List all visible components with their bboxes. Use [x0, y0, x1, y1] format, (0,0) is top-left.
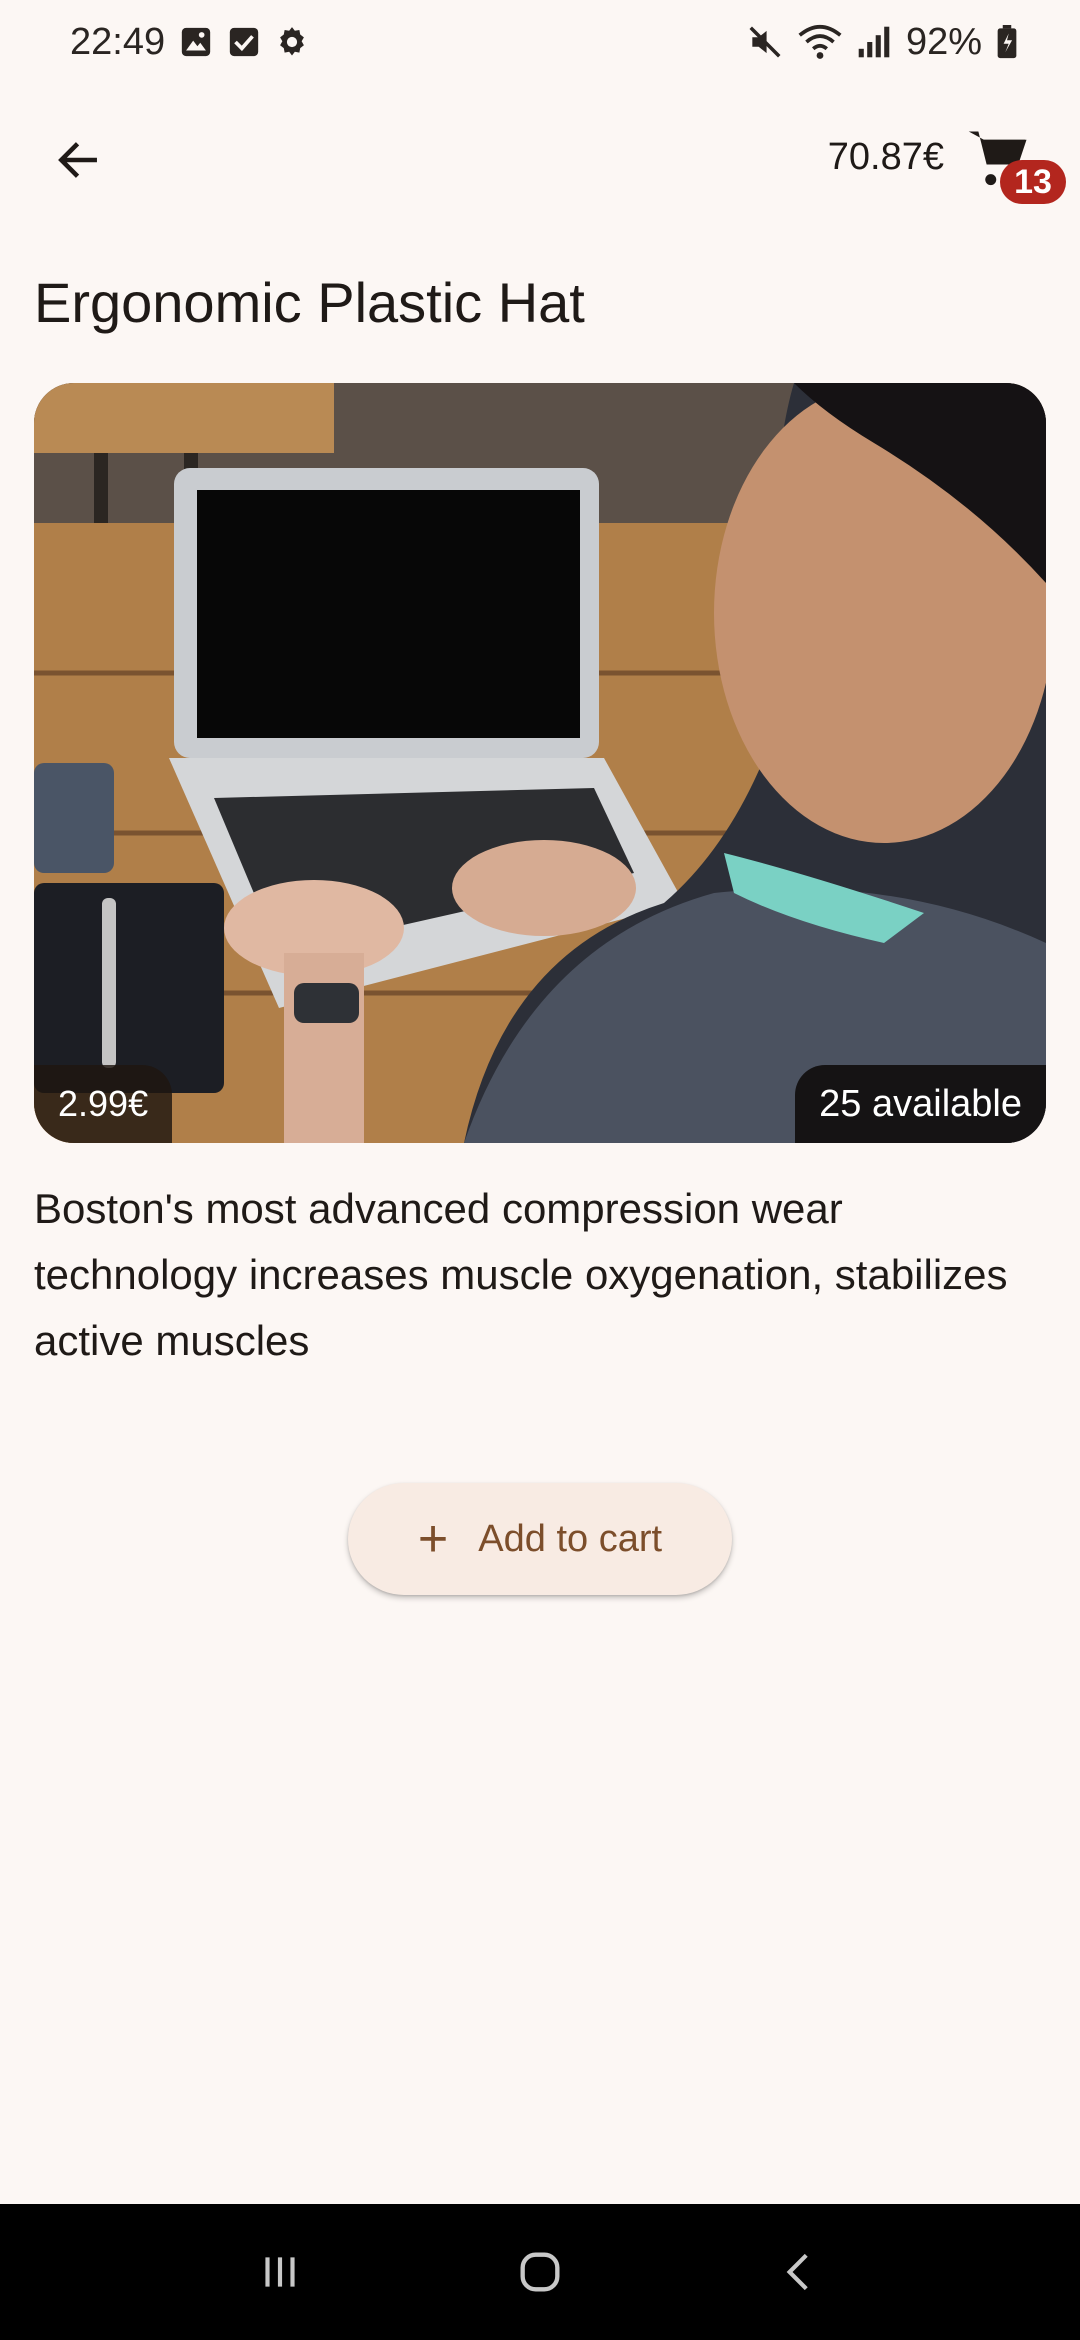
price-chip: 2.99€ — [34, 1065, 173, 1143]
status-bar: 22:49 92% — [0, 0, 1080, 84]
product-image: 2.99€ 25 available — [34, 383, 1046, 1143]
gallery-icon — [179, 25, 213, 59]
availability-chip: 25 available — [795, 1065, 1046, 1143]
home-icon — [520, 2252, 560, 2292]
product-description: Boston's most advanced compression wear … — [34, 1185, 1008, 1364]
laptop-photo — [34, 383, 1046, 1143]
cart-count-badge: 13 — [1000, 160, 1066, 204]
app-bar: 70.87€ 13 — [0, 110, 1080, 210]
status-time: 22:49 — [70, 20, 166, 63]
system-nav-bar — [0, 2204, 1080, 2340]
cart-button[interactable]: 13 — [964, 116, 1066, 212]
status-right: 92% — [746, 21, 1018, 64]
status-left: 22:49 — [70, 21, 309, 64]
battery-text: 92% — [905, 20, 982, 63]
recent-apps-icon — [265, 2257, 295, 2287]
back-button[interactable] — [44, 126, 112, 194]
cart-total: 70.87€ — [827, 136, 944, 178]
signal-icon — [856, 25, 892, 59]
product-price: 2.99€ — [58, 1083, 149, 1124]
checkbox-icon — [227, 25, 261, 59]
product-title: Ergonomic Plastic Hat — [34, 271, 585, 334]
chevron-left-icon — [786, 2253, 808, 2291]
battery-icon — [996, 25, 1018, 59]
add-to-cart-button[interactable]: + Add to cart — [348, 1483, 732, 1595]
settings-icon — [275, 25, 309, 59]
system-back-button[interactable] — [755, 2227, 845, 2317]
add-to-cart-label: Add to cart — [478, 1517, 663, 1560]
mute-icon — [746, 23, 784, 61]
product-availability: 25 available — [819, 1082, 1022, 1125]
plus-icon: + — [417, 1510, 449, 1568]
home-button[interactable] — [495, 2227, 585, 2317]
recent-apps-button[interactable] — [235, 2227, 325, 2317]
wifi-icon — [798, 23, 842, 61]
arrow-left-icon — [58, 142, 97, 178]
